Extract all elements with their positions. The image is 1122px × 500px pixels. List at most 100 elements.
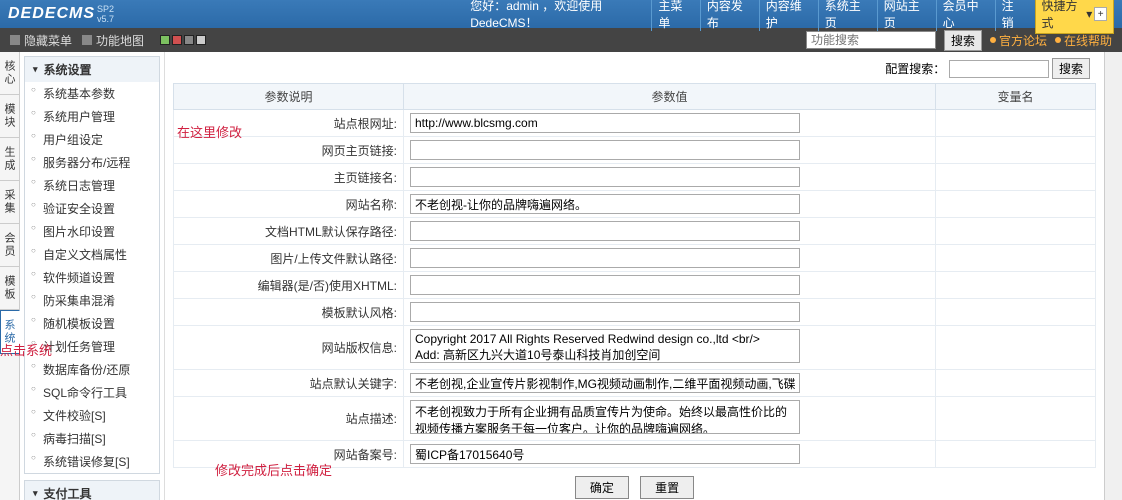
theme-light[interactable] — [196, 35, 206, 45]
submit-button[interactable]: 确定 — [575, 476, 629, 499]
vtab-module[interactable]: 模块 — [0, 95, 19, 138]
config-label: 站点根网址: — [174, 110, 404, 137]
config-varname — [936, 397, 1096, 441]
config-input[interactable] — [410, 248, 800, 268]
vtab-collect[interactable]: 采集 — [0, 181, 19, 224]
config-varname — [936, 326, 1096, 370]
config-input[interactable] — [410, 167, 800, 187]
config-row: 网页主页链接: — [174, 137, 1096, 164]
vtab-generate[interactable]: 生成 — [0, 138, 19, 181]
vtab-system[interactable]: 系统 — [0, 310, 20, 354]
content-area: 配置搜索： 搜索 参数说明 参数值 变量名 站点根网址:网页主页链接:主页链接名… — [165, 52, 1104, 500]
vtab-core[interactable]: 核心 — [0, 52, 19, 95]
config-label: 主页链接名: — [174, 164, 404, 191]
col-value: 参数值 — [404, 84, 936, 110]
config-row: 网站版权信息:Copyright 2017 All Rights Reserve… — [174, 326, 1096, 370]
logo-version: SP2 v5.7 — [97, 4, 130, 24]
config-label: 图片/上传文件默认路径: — [174, 245, 404, 272]
config-row: 文档HTML默认保存路径: — [174, 218, 1096, 245]
config-search-button[interactable]: 搜索 — [1052, 58, 1090, 79]
config-input[interactable] — [410, 194, 800, 214]
sidebar-header-pay[interactable]: ▾支付工具 — [25, 481, 159, 500]
vtab-member[interactable]: 会员 — [0, 224, 19, 267]
sidebar-item[interactable]: 自定义文档属性 — [25, 243, 159, 266]
config-input[interactable]: Copyright 2017 All Rights Reserved Redwi… — [410, 329, 800, 363]
theme-red[interactable] — [172, 35, 182, 45]
col-var: 变量名 — [936, 84, 1096, 110]
theme-green[interactable] — [160, 35, 170, 45]
menu-icon — [10, 35, 20, 45]
config-varname — [936, 370, 1096, 397]
config-row: 站点默认关键字: — [174, 370, 1096, 397]
forum-link[interactable]: 官方论坛 — [990, 32, 1047, 49]
config-label: 站点默认关键字: — [174, 370, 404, 397]
config-varname — [936, 137, 1096, 164]
config-row: 站点描述:不老创视致力于所有企业拥有品质宣传片为使命。始终以最高性价比的视频传播… — [174, 397, 1096, 441]
config-search-input[interactable] — [949, 60, 1049, 78]
sidebar-item[interactable]: 计划任务管理 — [25, 335, 159, 358]
config-varname — [936, 110, 1096, 137]
config-label: 网站备案号: — [174, 441, 404, 468]
sidebar-item[interactable]: 随机模板设置 — [25, 312, 159, 335]
function-search-button[interactable]: 搜索 — [944, 30, 982, 51]
config-label: 站点描述: — [174, 397, 404, 441]
nav-logout[interactable]: 注销 — [995, 0, 1029, 31]
nav-main-menu[interactable]: 主菜单 — [651, 0, 695, 31]
sidebar-item[interactable]: 软件频道设置 — [25, 266, 159, 289]
sidebar-group-system: ▾系统设置 系统基本参数系统用户管理用户组设定服务器分布/远程系统日志管理验证安… — [24, 56, 160, 474]
sidebar-item[interactable]: 系统日志管理 — [25, 174, 159, 197]
config-input[interactable] — [410, 373, 800, 393]
nav-site-home[interactable]: 网站主页 — [877, 0, 932, 31]
second-bar: 隐藏菜单 功能地图 搜索 官方论坛 在线帮助 — [0, 28, 1122, 52]
config-input[interactable]: 不老创视致力于所有企业拥有品质宣传片为使命。始终以最高性价比的视频传播方案服务于… — [410, 400, 800, 434]
sidebar-item[interactable]: 数据库备份/还原 — [25, 358, 159, 381]
help-link[interactable]: 在线帮助 — [1055, 32, 1112, 49]
config-label: 网页主页链接: — [174, 137, 404, 164]
sidebar-item[interactable]: 系统基本参数 — [25, 82, 159, 105]
nav-content-publish[interactable]: 内容发布 — [700, 0, 755, 31]
config-label: 文档HTML默认保存路径: — [174, 218, 404, 245]
config-value-cell — [404, 370, 936, 397]
reset-button[interactable]: 重置 — [640, 476, 694, 499]
scrollbar[interactable] — [1104, 52, 1122, 500]
sidebar-item[interactable]: 用户组设定 — [25, 128, 159, 151]
sidebar-item[interactable]: 验证安全设置 — [25, 197, 159, 220]
config-table: 参数说明 参数值 变量名 站点根网址:网页主页链接:主页链接名:网站名称:文档H… — [173, 83, 1096, 468]
config-label: 编辑器(是/否)使用XHTML: — [174, 272, 404, 299]
config-input[interactable] — [410, 221, 800, 241]
function-search-input[interactable] — [806, 31, 936, 49]
sidebar-item[interactable]: 系统错误修复[S] — [25, 450, 159, 473]
config-row: 网站备案号: — [174, 441, 1096, 468]
config-input[interactable] — [410, 302, 800, 322]
sidebar-group-pay: ▾支付工具 点卡产品分类点卡产品管理会员产品分类会员消费记录 — [24, 480, 160, 500]
sidebar-header-system[interactable]: ▾系统设置 — [25, 57, 159, 82]
theme-gray[interactable] — [184, 35, 194, 45]
sidebar-item[interactable]: 图片水印设置 — [25, 220, 159, 243]
config-search-label: 配置搜索： — [885, 62, 945, 76]
sidebar-item[interactable]: 文件校验[S] — [25, 404, 159, 427]
sidebar-item[interactable]: SQL命令行工具 — [25, 381, 159, 404]
config-varname — [936, 164, 1096, 191]
sidebar-item[interactable]: 防采集串混淆 — [25, 289, 159, 312]
plus-icon[interactable]: + — [1094, 7, 1107, 21]
hide-menu-toggle[interactable]: 隐藏菜单 — [10, 32, 72, 49]
sitemap-link[interactable]: 功能地图 — [82, 32, 144, 49]
chevron-down-icon: ▾ — [33, 488, 38, 499]
config-input[interactable] — [410, 275, 800, 295]
config-input[interactable] — [410, 140, 800, 160]
config-row: 模板默认风格: — [174, 299, 1096, 326]
chevron-down-icon: ▾ — [33, 64, 38, 75]
sidebar-item[interactable]: 病毒扫描[S] — [25, 427, 159, 450]
dot-icon — [990, 37, 996, 43]
vtab-template[interactable]: 模板 — [0, 267, 19, 310]
config-label: 模板默认风格: — [174, 299, 404, 326]
nav-system-home[interactable]: 系统主页 — [818, 0, 873, 31]
nav-member-center[interactable]: 会员中心 — [936, 0, 991, 31]
sidebar-item[interactable]: 服务器分布/远程 — [25, 151, 159, 174]
sidebar-item[interactable]: 系统用户管理 — [25, 105, 159, 128]
sitemap-icon — [82, 35, 92, 45]
nav-content-maintain[interactable]: 内容维护 — [759, 0, 814, 31]
config-input[interactable] — [410, 444, 800, 464]
config-input[interactable] — [410, 113, 800, 133]
dot-icon — [1055, 37, 1061, 43]
